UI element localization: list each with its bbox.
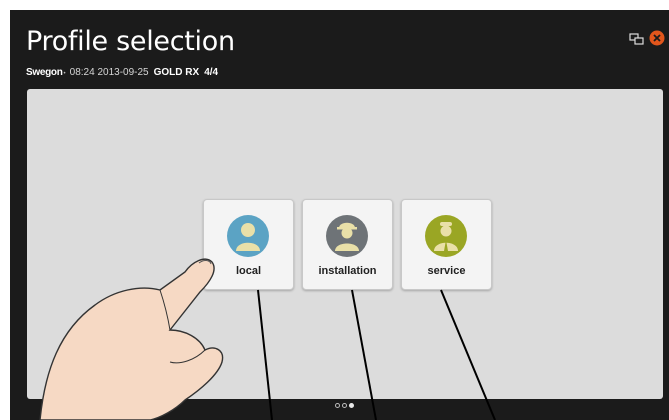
page-dot-active[interactable] [349,403,354,408]
person-icon [227,215,269,257]
profile-local-button[interactable]: local [203,199,294,290]
page-dot[interactable] [342,403,347,408]
profile-service-button[interactable]: service [401,199,492,290]
page-dot[interactable] [335,403,340,408]
profile-label: installation [318,265,377,277]
installer-icon [326,215,368,257]
date-time: 08:24 2013-09-25 [69,67,149,78]
profile-installation-button[interactable]: installation [302,199,393,290]
page-indicator [335,403,354,408]
brand-logo: Swegon [26,67,63,78]
page-title: Profile selection [26,26,235,57]
profile-label: service [427,265,466,277]
unit-count: 4/4 [204,67,219,78]
profile-list: local installation service [203,199,492,290]
device-screen: Profile selection Swegon • 08:24 2013-09-… [10,10,669,420]
brand-trademark: • [63,71,66,77]
status-icons [629,30,665,51]
profile-label: local [235,265,262,277]
status-line: Swegon • 08:24 2013-09-25 GOLD RX 4/4 [26,67,218,78]
profile-panel: local installation service [27,89,663,399]
screens-icon[interactable] [629,32,645,50]
alarm-icon[interactable] [649,30,665,51]
service-technician-icon [425,215,467,257]
unit-model: GOLD RX [153,67,200,78]
